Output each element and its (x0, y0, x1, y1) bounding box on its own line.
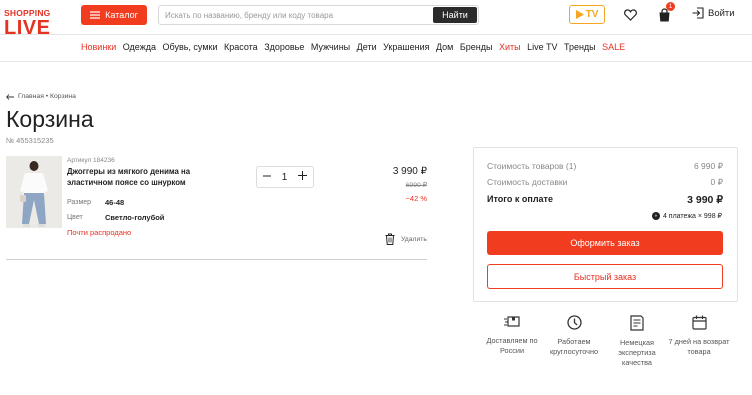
calendar-icon (691, 315, 707, 330)
catalog-label: Каталог (105, 10, 138, 20)
delivery-cost-label: Стоимость доставки (487, 177, 568, 187)
product-photo (20, 161, 48, 227)
decrease-button[interactable] (263, 172, 271, 183)
nav-item-odezhda[interactable]: Одежда (123, 42, 156, 52)
availability-status: Почти распродано (67, 228, 132, 237)
nav-item-muzhchiny[interactable]: Мужчины (311, 42, 350, 52)
goods-cost-label: Стоимость товаров (1) (487, 161, 577, 171)
color-label: Цвет (67, 214, 83, 221)
nav-item-deti[interactable]: Дети (357, 42, 377, 52)
item-price: 3 990 ₽ (392, 166, 427, 177)
nav-item-zdorovie[interactable]: Здоровье (264, 42, 304, 52)
checkout-button[interactable]: Оформить заказ (487, 231, 723, 255)
delivery-icon (504, 316, 520, 327)
feature-delivery: Доставляем по России (481, 315, 543, 356)
article-number: Артикул 184236 (67, 157, 115, 164)
nav-item-krasota[interactable]: Красота (224, 42, 258, 52)
search-input[interactable] (165, 8, 425, 22)
cart-count-badge: 1 (666, 2, 675, 11)
nav-item-hity[interactable]: Хиты (499, 42, 521, 52)
goods-cost-row: Стоимость товаров (1) 6 990 ₽ (487, 161, 723, 172)
installments-icon: ◗ (651, 212, 660, 220)
nav-item-trendy[interactable]: Тренды (564, 42, 596, 52)
breadcrumb: Главная • Корзина (6, 93, 76, 100)
total-value: 3 990 ₽ (687, 194, 723, 206)
total-row: Итого к оплате 3 990 ₽ (487, 194, 723, 206)
nav-item-dom[interactable]: Дом (436, 42, 453, 52)
order-number: № 455315235 (6, 136, 54, 145)
live-tv-button[interactable]: TV (569, 5, 605, 24)
nav-item-novinki[interactable]: Новинки (81, 42, 116, 52)
checklist-icon (630, 315, 644, 331)
nav-item-obuv[interactable]: Обувь, сумки (163, 42, 218, 52)
item-discount: −42 % (405, 194, 427, 203)
breadcrumb-text[interactable]: Главная • Корзина (18, 93, 76, 100)
installments-info[interactable]: ◗ 4 платежа × 998 ₽ (651, 212, 722, 220)
nav-item-brendy[interactable]: Бренды (460, 42, 493, 52)
login-icon (692, 7, 704, 19)
clock-icon (566, 315, 582, 330)
increase-button[interactable] (298, 171, 307, 183)
delete-label: Удалить (401, 235, 427, 243)
installments-text: 4 платежа × 998 ₽ (662, 213, 722, 220)
delivery-cost-value: 0 ₽ (710, 177, 724, 187)
nav-divider (0, 61, 752, 62)
page-title: Корзина (6, 106, 94, 132)
feature-return: 7 дней на возврат товара (668, 315, 730, 357)
goods-cost-value: 6 990 ₽ (693, 161, 723, 171)
catalog-button[interactable]: Каталог (81, 5, 147, 25)
color-value: Светло-голубой (105, 213, 165, 222)
size-value: 46-48 (105, 198, 125, 207)
quantity-value[interactable]: 1 (282, 172, 288, 183)
feature-quality-text: Немецкая экспертиза качества (618, 338, 656, 367)
nav-item-sale[interactable]: SALE (602, 42, 625, 52)
nav-item-live-tv[interactable]: Live TV (527, 42, 557, 52)
arrow-left-icon[interactable] (6, 93, 14, 100)
tv-label: TV (585, 9, 599, 20)
login-button[interactable]: Войти (692, 7, 735, 19)
size-label: Размер (67, 199, 92, 206)
feature-delivery-text: Доставляем по России (486, 336, 538, 355)
minus-icon (263, 175, 271, 176)
favorites-button[interactable] (623, 8, 637, 22)
search-box: Найти (158, 5, 479, 25)
trash-icon (385, 233, 395, 245)
feature-24h-text: Работаем круглосуточно (549, 337, 599, 356)
quick-order-button[interactable]: Быстрый заказ (487, 264, 723, 289)
product-name[interactable]: Джоггеры из мягкого денима на эластичном… (67, 167, 217, 188)
feature-quality: Немецкая экспертиза качества (606, 315, 668, 368)
quantity-stepper: 1 (256, 166, 314, 188)
item-old-price: 6990 ₽ (405, 182, 427, 189)
heart-icon (623, 9, 637, 21)
nav-item-ukrasheniya[interactable]: Украшения (383, 42, 429, 52)
main-nav: Новинки Одежда Обувь, сумки Красота Здор… (81, 42, 625, 52)
menu-icon (90, 11, 101, 19)
search-button[interactable]: Найти (433, 7, 477, 23)
delete-button[interactable]: Удалить (385, 233, 427, 245)
play-icon (575, 10, 584, 19)
delivery-cost-row: Стоимость доставки 0 ₽ (487, 177, 723, 188)
product-image[interactable] (6, 156, 62, 228)
feature-return-text: 7 дней на возврат товара (668, 337, 730, 356)
login-label: Войти (708, 7, 735, 19)
total-label: Итого к оплате (487, 194, 553, 204)
feature-24h: Работаем круглосуточно (543, 315, 605, 357)
item-divider (6, 259, 427, 260)
header-divider (0, 34, 752, 35)
plus-icon (298, 171, 307, 180)
